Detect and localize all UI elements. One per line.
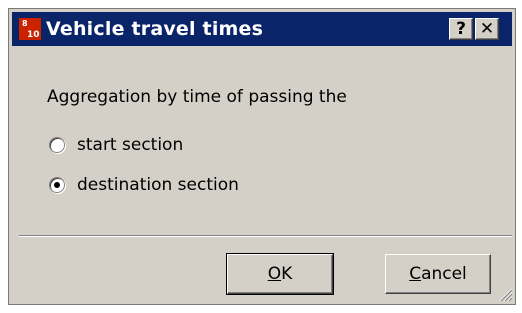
svg-text:10: 10 xyxy=(27,30,40,40)
app-icon: 8 10 xyxy=(19,18,41,40)
separator xyxy=(19,235,512,237)
ok-label-rest: K xyxy=(281,264,293,284)
radio-destination-section[interactable] xyxy=(49,177,65,193)
window-title: Vehicle travel times xyxy=(46,18,264,40)
option-destination-section[interactable]: destination section xyxy=(49,175,239,195)
cancel-label-rest: ancel xyxy=(421,264,467,284)
close-icon: ✕ xyxy=(479,19,495,39)
ok-mnemonic: O xyxy=(267,264,282,284)
help-button[interactable]: ? xyxy=(449,18,473,40)
cancel-button[interactable]: Cancel xyxy=(385,254,491,294)
option-label: destination section xyxy=(77,175,239,195)
vehicle-travel-times-dialog: 8 10 Vehicle travel times ? ✕ Aggregatio… xyxy=(8,8,516,305)
aggregation-prompt: Aggregation by time of passing the xyxy=(47,87,347,107)
svg-text:8: 8 xyxy=(22,19,28,28)
close-button[interactable]: ✕ xyxy=(475,18,499,40)
title-bar[interactable]: 8 10 Vehicle travel times ? ✕ xyxy=(12,12,512,46)
cancel-mnemonic: C xyxy=(409,264,422,284)
option-start-section[interactable]: start section xyxy=(49,135,183,155)
option-label: start section xyxy=(77,135,184,155)
radio-start-section[interactable] xyxy=(49,137,65,153)
help-icon: ? xyxy=(456,19,466,39)
resize-grip-icon[interactable] xyxy=(497,286,513,302)
ok-button[interactable]: OK xyxy=(226,253,334,295)
